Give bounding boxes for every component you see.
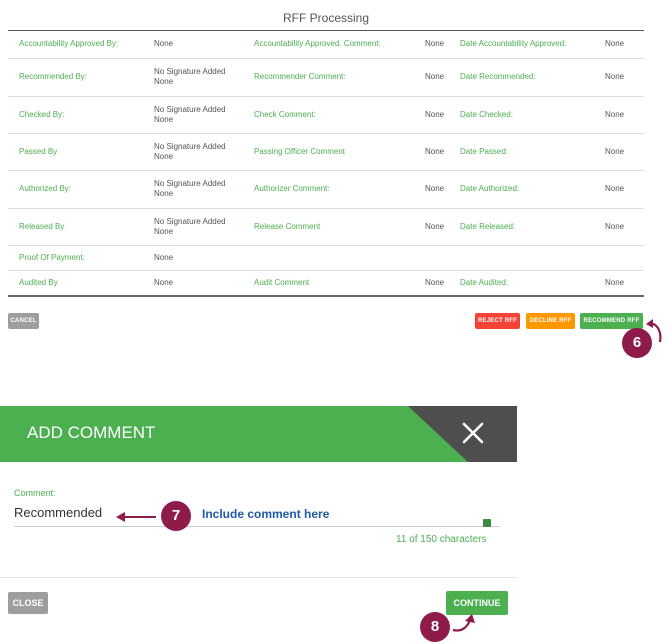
- row-value: None: [594, 170, 644, 209]
- table-row: Proof Of Payment: None: [8, 245, 644, 271]
- row-value: No Signature Added None: [143, 170, 243, 209]
- hint-text: Include comment here: [202, 507, 330, 521]
- row-label: Date Checked:: [449, 96, 594, 134]
- cancel-button[interactable]: CANCEL: [8, 313, 39, 329]
- row-value: None: [414, 208, 449, 246]
- table-row: Checked By: No Signature Added None Check C…: [8, 96, 644, 134]
- row-label: Authorized By:: [8, 170, 143, 209]
- row-value: None: [594, 270, 644, 297]
- row-value: None: [594, 133, 644, 171]
- row-label: Date Authorized:: [449, 170, 594, 209]
- row-value: None: [594, 208, 644, 246]
- row-value: No Signature Added None: [143, 58, 243, 97]
- screen: RFF Processing Accountability Approved B…: [0, 0, 668, 643]
- table-row: Audited By None Audit Comment None Date Audi…: [8, 270, 644, 297]
- row-label: [243, 245, 414, 271]
- row-label: Date Accountability Approved:: [449, 31, 594, 59]
- row-value: No Signature Added None: [143, 96, 243, 134]
- row-value: None: [414, 170, 449, 209]
- reject-rff-button[interactable]: REJECT RFF: [475, 313, 520, 329]
- row-value: None: [143, 245, 243, 271]
- comment-label: Comment:: [14, 488, 56, 498]
- row-label: [449, 245, 594, 271]
- rff-table: Accountability Approved By: None Accountab…: [8, 31, 644, 297]
- comment-underline: [14, 526, 500, 527]
- step-8-badge: 8: [420, 612, 450, 642]
- row-value: None: [143, 270, 243, 297]
- row-value: None: [594, 31, 644, 59]
- row-value: None: [414, 58, 449, 97]
- table-row: Authorized By: No Signature Added None Auth…: [8, 170, 644, 209]
- row-value: None: [143, 31, 243, 59]
- add-comment-header: ADD COMMENT: [0, 406, 517, 462]
- table-row: Accountability Approved By: None Accountab…: [8, 31, 644, 59]
- row-label: Checked By:: [8, 96, 143, 134]
- row-label: Accountability Approved By:: [8, 31, 143, 59]
- close-icon[interactable]: [461, 421, 485, 445]
- table-row: Recommended By: No Signature Added None Rec…: [8, 58, 644, 97]
- continue-button[interactable]: CONTINUE: [446, 591, 508, 615]
- row-label: Date Audited:: [449, 270, 594, 297]
- row-value: No Signature Added None: [143, 133, 243, 171]
- resize-handle[interactable]: [483, 519, 491, 527]
- row-value: None: [414, 31, 449, 59]
- row-label: Authorizer Comment:: [243, 170, 414, 209]
- row-value: No Signature Added None: [143, 208, 243, 246]
- row-label: Recommender Comment:: [243, 58, 414, 97]
- row-value: None: [414, 270, 449, 297]
- left-arrow-icon: [116, 512, 156, 522]
- table-row: Released By No Signature Added None Release…: [8, 208, 644, 246]
- row-label: Accountability Approved. Comment:: [243, 31, 414, 59]
- row-label: Audited By: [8, 270, 143, 297]
- row-value: [414, 245, 449, 271]
- decline-rff-button[interactable]: DECLINE RFF: [526, 313, 575, 329]
- character-counter: 11 of 150 characters: [396, 534, 487, 545]
- row-label: Passed By: [8, 133, 143, 171]
- row-value: None: [414, 96, 449, 134]
- row-label: Date Passed:: [449, 133, 594, 171]
- row-label: Released By: [8, 208, 143, 246]
- row-label: Proof Of Payment:: [8, 245, 143, 271]
- row-label: Recommended By:: [8, 58, 143, 97]
- curved-arrow-icon: [646, 319, 662, 343]
- row-label: Date Released:: [449, 208, 594, 246]
- row-value: None: [414, 133, 449, 171]
- comment-input[interactable]: Recommended: [14, 505, 102, 520]
- row-label: Audit Comment: [243, 270, 414, 297]
- row-label: Passing Officer Comment: [243, 133, 414, 171]
- curved-arrow-icon: [452, 614, 475, 632]
- row-value: None: [594, 58, 644, 97]
- row-value: [594, 245, 644, 271]
- row-label: Release Comment: [243, 208, 414, 246]
- row-label: Date Recommended:: [449, 58, 594, 97]
- dialog-title: ADD COMMENT: [27, 423, 156, 442]
- close-button[interactable]: CLOSE: [8, 592, 48, 614]
- rff-title: RFF Processing: [8, 5, 644, 31]
- dialog-divider: [0, 577, 517, 578]
- row-label: Check Comment:: [243, 96, 414, 134]
- recommend-rff-button[interactable]: RECOMMEND RFF: [580, 313, 643, 329]
- table-row: Passed By No Signature Added None Passing O…: [8, 133, 644, 171]
- row-value: None: [594, 96, 644, 134]
- step-7-badge: 7: [161, 501, 191, 531]
